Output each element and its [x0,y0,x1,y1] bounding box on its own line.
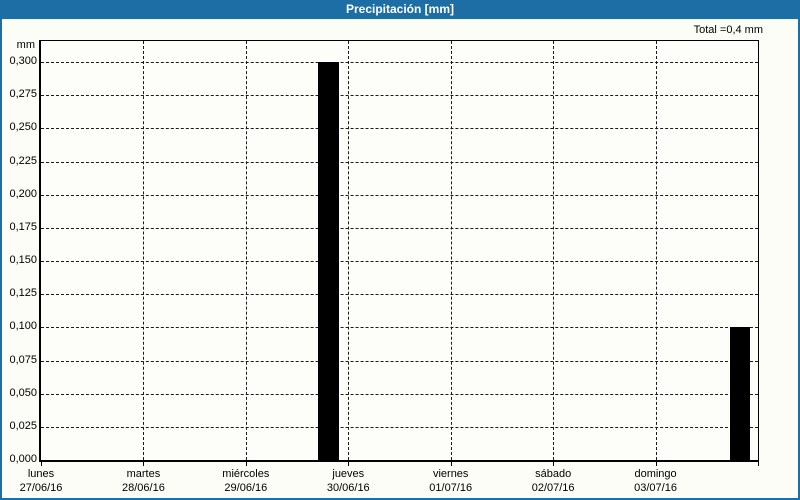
x-day-label: miércoles 29/06/16 [191,467,301,495]
day-date: 29/06/16 [224,482,268,494]
h-gridline [41,128,758,130]
v-gridline [553,41,555,460]
day-name: domingo [634,468,677,480]
h-gridline [41,161,758,163]
x-axis-tick [143,462,145,466]
x-day-label: martes 28/06/16 [88,467,198,495]
x-day-label: jueves 30/06/16 [293,467,403,495]
day-date: 27/06/16 [19,482,63,494]
v-gridline [245,41,247,460]
y-tick-label: 0,200 [9,187,37,200]
chart-title-bar: Precipitación [mm] [2,0,798,19]
day-date: 28/06/16 [122,482,165,494]
y-tick-label: 0,075 [9,353,37,366]
y-tick-label: 0,275 [9,88,37,101]
day-date: 03/07/16 [634,482,677,494]
day-name: miércoles [222,468,270,480]
day-name: sábado [535,468,572,480]
y-tick-label: 0,175 [9,220,37,233]
x-axis-tick [245,462,247,466]
y-tick-label: 0,000 [9,453,37,465]
y-tick-label: 0,250 [9,121,37,134]
plot-area [39,40,759,462]
day-date: 30/06/16 [326,482,370,494]
precipitation-bar [730,327,751,460]
v-gridline [450,41,452,460]
x-day-label: domingo 03/07/16 [601,467,711,495]
v-gridline [655,41,657,460]
x-axis-tick [348,462,350,466]
x-axis-tick [655,462,657,466]
chart-title: Precipitación [mm] [345,2,455,16]
x-axis-tick [41,462,42,466]
y-tick-label: 0,025 [9,419,37,432]
y-tick-label: 0,300 [9,55,37,67]
x-day-label: sábado 02/07/16 [498,467,608,495]
x-axis-tick [450,462,452,466]
day-date: 02/07/16 [531,482,575,494]
y-tick-label: 0,050 [9,386,37,399]
x-axis-tick [553,462,555,466]
precipitation-bar [318,62,340,460]
x-axis-tick [758,462,759,466]
h-gridline [41,327,758,329]
day-name: lunes [27,468,55,480]
v-gridline [348,41,350,460]
day-name: viernes [432,468,469,480]
y-axis-unit-label: mm [16,39,35,51]
h-gridline [41,393,758,395]
h-gridline [41,294,758,296]
x-day-label: lunes 27/06/16 [2,467,96,495]
total-annotation: Total =0,4 mm [693,24,763,36]
y-tick-label: 0,150 [9,254,37,266]
h-gridline [41,62,758,63]
x-day-label: viernes 01/07/16 [396,467,506,495]
y-tick-label: 0,100 [9,320,37,333]
h-gridline [41,227,758,229]
day-date: 01/07/16 [429,482,473,494]
y-tick-label: 0,125 [9,287,37,300]
h-gridline [41,360,758,362]
v-gridline [143,41,145,460]
day-name: martes [126,468,161,480]
h-gridline [41,194,758,196]
h-gridline [41,95,758,97]
h-gridline [41,261,758,262]
y-tick-label: 0,225 [9,154,37,167]
chart-window: Precipitación [mm] Total =0,4 mm mm 0,00… [0,0,800,500]
day-name: jueves [332,468,365,480]
h-gridline [41,426,758,428]
